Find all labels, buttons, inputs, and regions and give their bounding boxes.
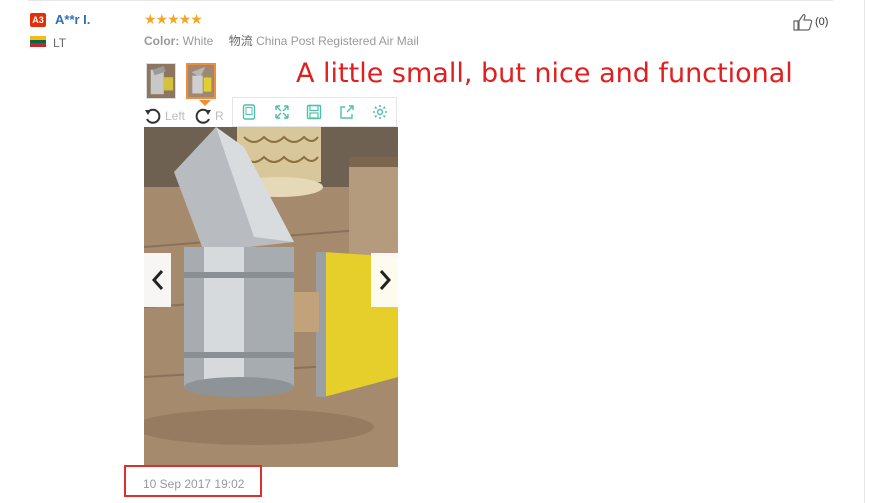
top-divider: [28, 0, 833, 1]
logistics-value: China Post Registered Air Mail: [256, 34, 419, 48]
fullscreen-icon[interactable]: [273, 103, 291, 121]
chevron-right-icon: [379, 270, 391, 290]
rotate-left-label: Left: [165, 109, 186, 123]
save-icon[interactable]: [305, 103, 323, 121]
chevron-left-icon: [151, 270, 163, 290]
helpful-count: (0): [815, 16, 829, 28]
review-text: A little small, but nice and functional: [296, 58, 793, 89]
rotate-right-button[interactable]: R: [193, 106, 224, 126]
right-divider: [864, 0, 865, 503]
rotate-controls: Left R: [143, 104, 232, 128]
rotate-right-label: R: [215, 109, 224, 123]
flag-icon: [30, 36, 46, 47]
reviewer-name: A**r I.: [55, 12, 91, 27]
logistics-label: 物流: [228, 34, 253, 48]
rotate-left-icon: [145, 108, 161, 124]
buyer-level-badge: A3: [30, 13, 46, 27]
thumbnail-1[interactable]: [146, 63, 176, 99]
color-label: Color:: [144, 34, 180, 48]
rotate-left-button[interactable]: Left: [143, 106, 185, 126]
image-viewer-toolbar: [232, 97, 397, 127]
order-info: Color: White 物流 China Post Registered Ai…: [144, 32, 419, 49]
tablet-icon[interactable]: [240, 103, 258, 121]
review-photo: [144, 127, 398, 467]
next-image-button[interactable]: [371, 253, 398, 307]
review-date: 10 Sep 2017 19:02: [143, 477, 245, 491]
share-icon[interactable]: [338, 103, 356, 121]
settings-icon[interactable]: [371, 103, 389, 121]
thumbs-up-icon: [793, 13, 813, 31]
color-value: White: [182, 34, 214, 48]
star-rating: ★★★★★: [144, 11, 203, 27]
helpful-button[interactable]: (0): [793, 13, 828, 31]
rotate-right-icon: [195, 108, 212, 124]
country-code: LT: [53, 36, 67, 50]
previous-image-button[interactable]: [144, 253, 171, 307]
thumbnail-2[interactable]: [186, 63, 216, 99]
